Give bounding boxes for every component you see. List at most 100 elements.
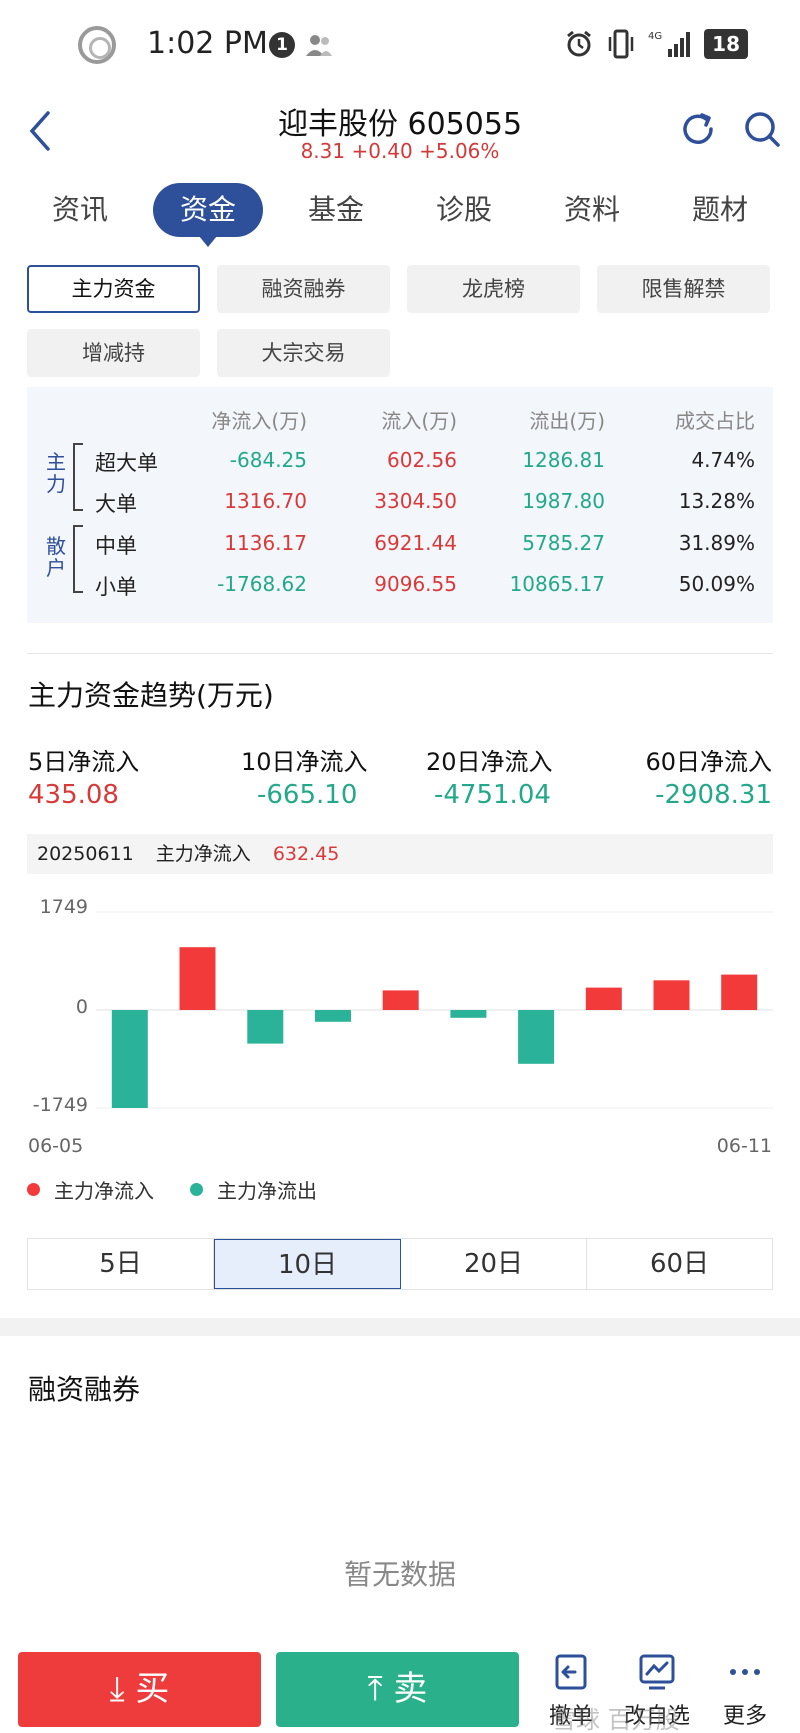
stat-5d-value: 435.08 [28, 780, 119, 810]
chip-margin-trading[interactable]: 融资融券 [217, 265, 390, 313]
tab-diagnosis[interactable]: 诊股 [409, 183, 519, 237]
cell-inflow: 6921.44 [374, 531, 457, 555]
cell-inflow: 9096.55 [374, 572, 457, 596]
tab-funds-flow[interactable]: 资金 [153, 183, 263, 247]
more-button[interactable]: 更多 [704, 1652, 786, 1732]
signal-icon: 4G [648, 31, 691, 57]
inflow-bar[interactable] [382, 990, 419, 1010]
margin-section-title: 融资融券 [28, 1373, 141, 1406]
cell-outflow: 5785.27 [522, 531, 605, 555]
header-volume-ratio: 成交占比 [675, 409, 755, 433]
buy-label: 买 [135, 1669, 170, 1709]
sub-tabs: 主力资金 融资融券 龙虎榜 限售解禁 增减持 大宗交易 [27, 265, 773, 377]
y-tick-zero: 0 [75, 996, 88, 1018]
chart-info-bar: 20250611 主力净流入 632.45 [27, 834, 773, 874]
inflow-bar[interactable] [653, 980, 690, 1010]
outflow-bar[interactable] [247, 1010, 284, 1044]
cell-inflow: 602.56 [387, 448, 457, 472]
status-time: 1:02 PM [147, 26, 268, 61]
contacts-icon [306, 35, 332, 56]
header-inflow: 流入(万) [381, 409, 457, 433]
inflow-bar[interactable] [721, 974, 758, 1010]
inflow-bar[interactable] [179, 947, 216, 1010]
section-divider [27, 653, 773, 654]
notification-count-badge: 1 [269, 32, 295, 58]
tab-topics[interactable]: 题材 [665, 183, 775, 237]
legend-inflow: 主力净流入 [27, 1175, 154, 1204]
refresh-icon[interactable] [678, 109, 718, 149]
tab-fund[interactable]: 基金 [281, 183, 391, 237]
period-20d[interactable]: 20日 [401, 1239, 587, 1289]
cell-ratio: 31.89% [678, 531, 755, 555]
cell-outflow: 10865.17 [509, 572, 605, 596]
fund-flow-table: 净流入(万) 流入(万) 流出(万) 成交占比 主力 散户 超大单 -684.2… [27, 387, 773, 623]
group-label-retail: 散户 [46, 534, 66, 580]
chip-main-funds[interactable]: 主力资金 [27, 265, 200, 313]
cell-net: 1136.17 [224, 531, 307, 555]
more-label: 更多 [722, 1704, 767, 1729]
cell-ratio: 50.09% [678, 572, 755, 596]
tab-news[interactable]: 资讯 [25, 183, 135, 237]
cell-net: 1316.70 [224, 489, 307, 513]
search-icon[interactable] [742, 109, 782, 149]
outflow-bar[interactable] [111, 1010, 148, 1108]
period-5d[interactable]: 5日 [28, 1239, 214, 1289]
empty-state-text: 暂无数据 [343, 1558, 456, 1591]
trend-title: 主力资金趋势(万元) [28, 679, 274, 712]
info-label: 主力净流入 [155, 843, 251, 865]
cell-outflow: 1286.81 [522, 448, 605, 472]
sell-button[interactable]: ⤒ 卖 [276, 1652, 519, 1727]
chip-block-trades[interactable]: 大宗交易 [217, 329, 390, 377]
chart-legend: 主力净流入 主力净流出 [27, 1174, 353, 1204]
stat-20d-label: 20日净流入 [426, 748, 553, 776]
sell-icon: ⤒ [367, 1669, 394, 1709]
stat-5d-label: 5日净流入 [28, 748, 140, 776]
y-tick-bottom: -1749 [32, 1094, 88, 1116]
chip-dragon-tiger-list[interactable]: 龙虎榜 [407, 265, 580, 313]
row-name: 大单 [95, 492, 137, 516]
tab-profile[interactable]: 资料 [537, 183, 647, 237]
buy-icon: ⤓ [109, 1669, 136, 1709]
buy-button[interactable]: ⤓ 买 [18, 1652, 261, 1727]
info-date: 20250611 [37, 843, 134, 865]
legend-dot-red [27, 1182, 40, 1196]
header-net-inflow: 净流入(万) [211, 409, 307, 433]
x-tick-end: 06-11 [716, 1135, 772, 1157]
stat-60d-label: 60日净流入 [645, 748, 772, 776]
edit-watchlist-icon [639, 1654, 675, 1690]
alarm-icon [567, 30, 592, 57]
network-type-label: 4G [648, 31, 662, 42]
outflow-bar[interactable] [315, 1010, 351, 1022]
fund-flow-bar-chart: 1749 0 -1749 [0, 890, 800, 1160]
chip-lockup-expiry[interactable]: 限售解禁 [597, 265, 770, 313]
inflow-bar[interactable] [585, 987, 622, 1010]
more-dots-icon [730, 1669, 760, 1675]
chart-plot [96, 911, 773, 1109]
battery-indicator: 18 [704, 29, 748, 59]
stat-60d-value: -2908.31 [655, 780, 772, 810]
outflow-bar[interactable] [518, 1010, 555, 1064]
cell-inflow: 3304.50 [374, 489, 457, 513]
main-tabs: 资讯 资金 基金 诊股 资料 题材 [25, 183, 775, 247]
period-10d[interactable]: 10日 [214, 1239, 401, 1289]
period-60d[interactable]: 60日 [587, 1239, 772, 1289]
stat-20d-value: -4751.04 [434, 780, 551, 810]
x-tick-start: 06-05 [28, 1135, 84, 1157]
group-bracket-main [73, 443, 83, 511]
cancel-order-icon [555, 1654, 587, 1690]
cell-outflow: 1987.80 [522, 489, 605, 513]
row-name: 小单 [95, 575, 137, 599]
outflow-bar[interactable] [450, 1010, 487, 1018]
sell-label: 卖 [393, 1669, 428, 1709]
vibrate-icon [608, 29, 634, 59]
chip-holding-changes[interactable]: 增减持 [27, 329, 200, 377]
group-bracket-retail [73, 525, 83, 593]
bottom-action-bar: ⤓ 买 ⤒ 卖 撤单 改自选 更多 [0, 1640, 800, 1733]
watermark: 雪球 百万股 [552, 1706, 680, 1733]
group-label-main: 主力 [46, 450, 66, 496]
y-tick-top: 1749 [39, 896, 88, 918]
cell-ratio: 4.74% [691, 448, 755, 472]
row-name: 超大单 [95, 451, 158, 475]
cell-ratio: 13.28% [678, 489, 755, 513]
cell-net: -684.25 [229, 448, 307, 472]
